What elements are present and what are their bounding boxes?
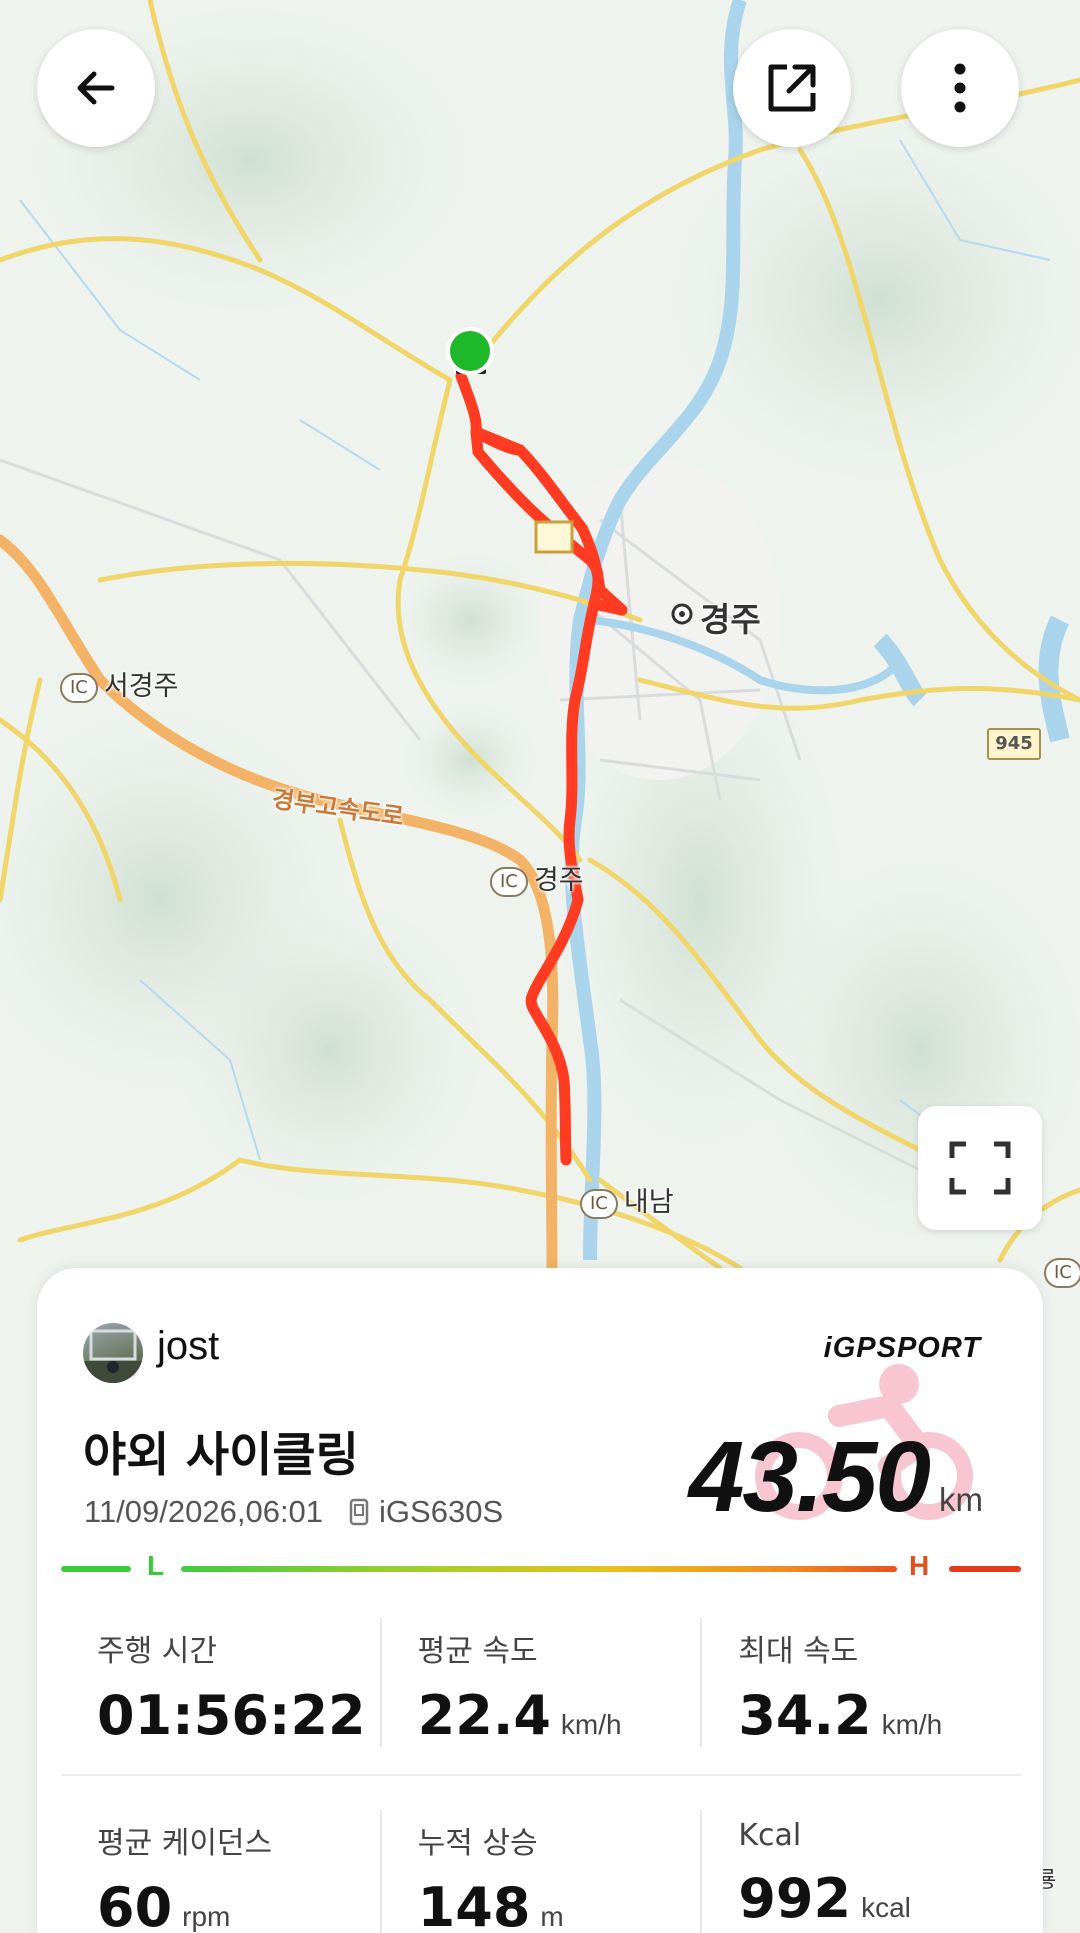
stat-moving-time: 주행 시간 01:56:22 [61, 1618, 380, 1747]
stat-label: 주행 시간 [97, 1634, 217, 1669]
device-name: iGS630S [379, 1494, 504, 1529]
distance-unit: km [939, 1481, 983, 1518]
stat-label: 최대 속도 [738, 1634, 859, 1669]
intensity-high-segment [949, 1566, 1021, 1572]
stat-value: 992 [738, 1867, 852, 1930]
activity-title: 야외 사이클링 [83, 1428, 359, 1483]
stat-max-speed: 최대 속도 34.2 km/h [700, 1618, 1021, 1747]
stat-unit: rpm [182, 1901, 231, 1932]
intensity-low-label: L [147, 1550, 165, 1581]
map-label-west-ic: IC 서경주 [60, 664, 178, 703]
stat-avg-cadence: 평균 케이던스 60 rpm [61, 1810, 380, 1933]
intensity-gradient [181, 1566, 897, 1572]
start-marker-icon [446, 327, 494, 375]
intensity-high-label: H [909, 1550, 930, 1581]
username[interactable]: jost [157, 1324, 219, 1369]
stat-value: 60 [97, 1876, 173, 1933]
stat-elevation-gain: 누적 상승 148 m [379, 1810, 701, 1933]
stats-row-2: 평균 케이던스 60 rpm 누적 상승 148 m Kcal 992 kcal [61, 1810, 1021, 1933]
route-number-sign: 945 [987, 728, 1041, 760]
map-label-naenam-ic: IC 내남 [580, 1180, 674, 1219]
ic-badge-icon: IC [1044, 1257, 1080, 1288]
fullscreen-icon [949, 1141, 1011, 1195]
stat-unit: kcal [861, 1892, 911, 1923]
intensity-low-segment [61, 1566, 131, 1572]
activity-date: 11/09/2026,06:01 [84, 1494, 324, 1529]
device-icon [349, 1498, 369, 1526]
arrow-left-icon [77, 71, 115, 105]
device-info: iGS630S [349, 1494, 503, 1530]
stat-label: 누적 상승 [417, 1826, 538, 1861]
stat-value: 01:56:22 [97, 1684, 366, 1747]
stats-divider [61, 1774, 1021, 1776]
stat-value: 22.4 [417, 1684, 551, 1747]
avatar[interactable] [83, 1323, 143, 1383]
share-button[interactable] [733, 29, 851, 147]
map-label-gyeongju-ic: IC 경주 [490, 858, 584, 897]
fullscreen-button[interactable] [918, 1106, 1042, 1230]
distance-value: 43.50 [688, 1421, 931, 1533]
intensity-bar: L H [61, 1550, 1021, 1586]
distance-display: 43.50 km [689, 1420, 983, 1535]
activity-meta: 11/09/2026,06:01 iGS630S [84, 1494, 503, 1530]
ic-badge-icon: IC [490, 866, 528, 897]
stat-unit: km/h [560, 1709, 622, 1740]
ic-badge-icon: IC [580, 1188, 618, 1219]
stat-value: 34.2 [738, 1684, 872, 1747]
share-external-icon [768, 64, 816, 112]
stat-label: 평균 케이던스 [97, 1826, 273, 1861]
activity-summary-card: jost iGPSPORT 야외 사이클링 11/09/2026,06:01 i… [37, 1268, 1043, 1933]
stat-label: Kcal [738, 1818, 802, 1853]
stat-label: 평균 속도 [417, 1634, 538, 1669]
stat-unit: km/h [881, 1709, 943, 1740]
stats-row-1: 주행 시간 01:56:22 평균 속도 22.4 km/h 최대 속도 34.2… [61, 1618, 1021, 1747]
back-button[interactable] [37, 29, 155, 147]
more-vertical-icon [954, 63, 966, 113]
avatar-photo-icon [83, 1329, 143, 1383]
tollgate-icon [534, 520, 574, 554]
stat-avg-speed: 평균 속도 22.4 km/h [379, 1618, 701, 1747]
stat-value: 148 [417, 1876, 531, 1933]
stat-unit: m [540, 1901, 564, 1932]
more-options-button[interactable] [901, 29, 1019, 147]
map-label-edge-ic: IC [1044, 1256, 1080, 1288]
ic-badge-icon: IC [60, 672, 98, 703]
stat-calories: Kcal 992 kcal [700, 1810, 1021, 1933]
map-label-city: 경주 [700, 600, 761, 639]
